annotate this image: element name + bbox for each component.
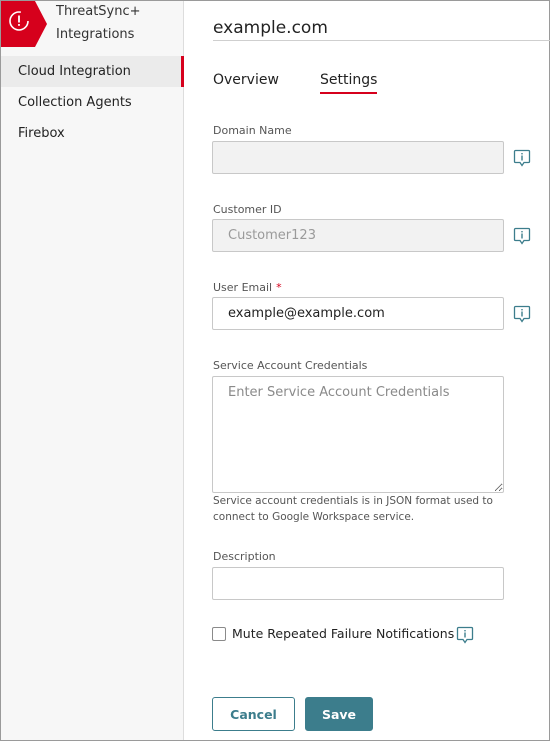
sidebar-item-collection-agents[interactable]: Collection Agents: [1, 87, 184, 118]
app-title: ThreatSync+: [56, 4, 141, 19]
page-title: example.com: [213, 18, 328, 38]
mute-notifications-label[interactable]: Mute Repeated Failure Notifications: [232, 626, 454, 641]
title-divider: [213, 40, 550, 41]
required-marker: *: [276, 281, 282, 294]
description-field[interactable]: [212, 567, 504, 600]
info-icon[interactable]: [456, 626, 474, 644]
alert-sync-icon: [1, 1, 47, 47]
sidebar-item-cloud-integration[interactable]: Cloud Integration: [1, 56, 184, 87]
tab-settings[interactable]: Settings: [320, 72, 378, 94]
info-icon[interactable]: [513, 227, 531, 245]
tab-overview[interactable]: Overview: [213, 72, 279, 88]
app-subtitle: Integrations: [56, 27, 135, 42]
cancel-button[interactable]: Cancel: [212, 697, 295, 731]
service-credentials-textarea[interactable]: [212, 376, 504, 493]
customer-id-label: Customer ID: [213, 203, 282, 216]
info-icon[interactable]: [513, 149, 531, 167]
sidebar-item-firebox[interactable]: Firebox: [1, 118, 184, 149]
service-credentials-help: Service account credentials is in JSON f…: [213, 495, 493, 523]
user-email-field[interactable]: [212, 297, 504, 330]
mute-notifications-checkbox[interactable]: [212, 627, 226, 641]
sidebar: ThreatSync+ Integrations Cloud Integrati…: [1, 1, 184, 740]
service-credentials-label: Service Account Credentials: [213, 359, 368, 372]
domain-name-field[interactable]: [212, 141, 504, 174]
user-email-label-text: User Email: [213, 281, 273, 294]
customer-id-field[interactable]: [212, 219, 504, 252]
description-label: Description: [213, 550, 276, 563]
domain-name-label: Domain Name: [213, 124, 292, 137]
user-email-label: User Email *: [213, 281, 282, 294]
brand-header: ThreatSync+ Integrations: [1, 1, 184, 47]
info-icon[interactable]: [513, 305, 531, 323]
save-button[interactable]: Save: [305, 697, 373, 731]
